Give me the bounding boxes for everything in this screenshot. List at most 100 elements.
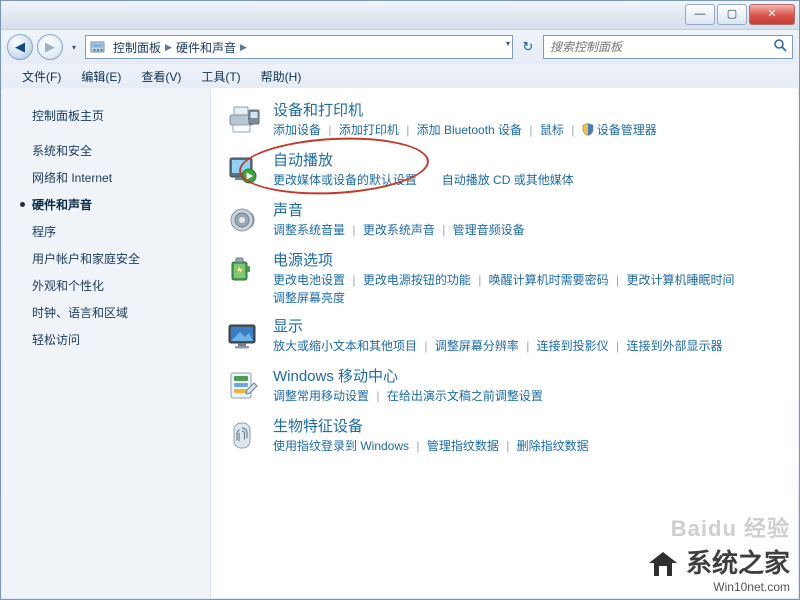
sidebar-item-user-accounts[interactable]: 用户帐户和家庭安全 (2, 245, 210, 272)
category-display: 显示 放大或缩小文本和其他项目 | 调整屏幕分辨率 | 连接到投影仪 | 连接到… (227, 318, 798, 357)
mobility-icon (227, 368, 271, 407)
menu-tools[interactable]: 工具(T) (192, 65, 249, 88)
link-add-bluetooth-device[interactable]: 添加 Bluetooth 设备 (417, 123, 522, 137)
link-connect-to-projector[interactable]: 连接到投影仪 (537, 339, 609, 353)
link-adjust-screen-resolution[interactable]: 调整屏幕分辨率 (435, 339, 519, 353)
category-biometric-devices: 生物特征设备 使用指纹登录到 Windows | 管理指纹数据 | 删除指纹数据 (227, 418, 798, 457)
breadcrumb-separator-icon: ▶ (165, 41, 172, 52)
link-require-password-on-wake[interactable]: 唤醒计算机时需要密码 (489, 273, 609, 287)
breadcrumb-separator-icon-2: ▶ (239, 41, 247, 52)
category-title-mobility-center[interactable]: Windows 移动中心 (273, 368, 798, 386)
sidebar-item-appearance[interactable]: 外观和个性化 (2, 272, 210, 299)
category-links-sound: 调整系统音量 | 更改系统声音 | 管理音频设备 (273, 222, 798, 239)
sidebar-item-system-security[interactable]: 系统和安全 (2, 137, 210, 164)
sidebar-item-hardware-sound[interactable]: 硬件和声音 (2, 191, 210, 218)
category-title-devices-printers[interactable]: 设备和打印机 (273, 102, 798, 120)
link-make-text-larger[interactable]: 放大或缩小文本和其他项目 (273, 339, 417, 353)
recent-pages-button[interactable]: ▾ (67, 35, 81, 59)
link-add-device[interactable]: 添加设备 (273, 123, 321, 137)
link-manage-audio-devices[interactable]: 管理音频设备 (453, 223, 525, 237)
category-links-power-options: 更改电池设置 | 更改电源按钮的功能 | 唤醒计算机时需要密码 | 更改计算机睡… (273, 272, 798, 307)
category-links-devices-printers: 添加设备 | 添加打印机 | 添加 Bluetooth 设备 | 鼠标 | 设备… (273, 122, 798, 141)
sound-icon (227, 202, 271, 241)
link-separator: | (616, 339, 620, 353)
link-adjust-system-volume[interactable]: 调整系统音量 (273, 223, 345, 237)
content-area: 控制面板主页 系统和安全 网络和 Internet 硬件和声音 程序 用户帐户和… (2, 88, 798, 598)
link-connect-external-display[interactable]: 连接到外部显示器 (626, 339, 722, 353)
category-title-autoplay[interactable]: 自动播放 (273, 152, 798, 170)
link-separator: | (526, 339, 530, 353)
category-sound-text: 声音 调整系统音量 | 更改系统声音 | 管理音频设备 (271, 202, 798, 241)
power-icon (227, 252, 271, 307)
refresh-icon: ↻ (522, 39, 534, 54)
menu-edit[interactable]: 编辑(E) (72, 65, 130, 88)
breadcrumb-bar[interactable]: 控制面板 ▶ 硬件和声音 ▶ ▾ (85, 35, 513, 59)
category-autoplay-text: 自动播放 更改媒体或设备的默认设置 自动播放 CD 或其他媒体 (271, 152, 798, 191)
sidebar-item-clock-language[interactable]: 时钟、语言和区域 (2, 299, 210, 326)
close-button[interactable]: ✕ (749, 4, 795, 25)
category-mobility-center-text: Windows 移动中心 调整常用移动设置 | 在给出演示文稿之前调整设置 (271, 368, 798, 407)
sidebar-item-home[interactable]: 控制面板主页 (2, 104, 210, 127)
link-autoplay-cd[interactable]: 自动播放 CD 或其他媒体 (442, 173, 574, 187)
menu-help[interactable]: 帮助(H) (252, 65, 311, 88)
breadcrumb-item-0[interactable]: 控制面板 (110, 38, 164, 57)
menu-file[interactable]: 文件(F) (13, 65, 70, 88)
category-title-sound[interactable]: 声音 (273, 202, 798, 220)
link-separator: | (529, 123, 533, 137)
link-mouse[interactable]: 鼠标 (540, 123, 564, 137)
forward-button[interactable]: ▶ (37, 34, 63, 60)
link-separator: | (406, 123, 410, 137)
sidebar: 控制面板主页 系统和安全 网络和 Internet 硬件和声音 程序 用户帐户和… (2, 88, 211, 598)
search-icon[interactable] (773, 38, 788, 56)
watermark-sub: Win10net.com (713, 580, 790, 594)
link-separator: | (478, 273, 482, 287)
maximize-button[interactable]: ▢ (717, 4, 747, 25)
link-separator: | (571, 123, 575, 137)
breadcrumb-item-1[interactable]: 硬件和声音 (173, 38, 239, 57)
link-change-sleep-time[interactable]: 更改计算机睡眠时间 (626, 273, 734, 287)
category-title-power-options[interactable]: 电源选项 (273, 252, 798, 270)
link-adjust-before-presentation[interactable]: 在给出演示文稿之前调整设置 (387, 389, 543, 403)
link-login-with-fingerprint[interactable]: 使用指纹登录到 Windows (273, 439, 409, 453)
search-box[interactable] (543, 35, 793, 59)
category-display-text: 显示 放大或缩小文本和其他项目 | 调整屏幕分辨率 | 连接到投影仪 | 连接到… (271, 318, 798, 357)
menu-view[interactable]: 查看(V) (132, 65, 190, 88)
minimize-button[interactable]: — (685, 4, 715, 25)
link-device-manager[interactable]: 设备管理器 (597, 123, 657, 137)
control-panel-window: — ▢ ✕ ◀ ▶ ▾ 控制面板 ▶ 硬件和声音 ▶ ▾ ↻ 搜索控制面板 文件… (0, 0, 800, 600)
link-add-printer[interactable]: 添加打印机 (339, 123, 399, 137)
link-separator: | (442, 223, 446, 237)
link-separator: | (416, 439, 420, 453)
back-icon: ◀ (15, 39, 25, 54)
category-devices-printers: 设备和打印机 添加设备 | 添加打印机 | 添加 Bluetooth 设备 | … (227, 102, 798, 141)
link-manage-fingerprint-data[interactable]: 管理指纹数据 (427, 439, 499, 453)
sidebar-item-ease-of-access[interactable]: 轻松访问 (2, 326, 210, 353)
display-icon (227, 318, 271, 357)
back-button[interactable]: ◀ (7, 34, 33, 60)
link-separator: | (328, 123, 332, 137)
breadcrumb-dropdown-icon[interactable]: ▾ (506, 39, 510, 48)
link-change-system-sounds[interactable]: 更改系统声音 (363, 223, 435, 237)
address-bar: ◀ ▶ ▾ 控制面板 ▶ 硬件和声音 ▶ ▾ ↻ 搜索控制面板 (1, 30, 799, 64)
search-input[interactable] (548, 39, 757, 55)
link-change-battery-settings[interactable]: 更改电池设置 (273, 273, 345, 287)
link-separator: | (376, 389, 380, 403)
control-panel-icon (90, 39, 106, 55)
category-autoplay: 自动播放 更改媒体或设备的默认设置 自动播放 CD 或其他媒体 (227, 152, 798, 191)
link-change-power-button[interactable]: 更改电源按钮的功能 (363, 273, 471, 287)
link-delete-fingerprint-data[interactable]: 删除指纹数据 (517, 439, 589, 453)
close-icon: ✕ (767, 8, 777, 20)
category-links-biometric-devices: 使用指纹登录到 Windows | 管理指纹数据 | 删除指纹数据 (273, 438, 798, 455)
link-adjust-mobility-settings[interactable]: 调整常用移动设置 (273, 389, 369, 403)
category-sound: 声音 调整系统音量 | 更改系统声音 | 管理音频设备 (227, 202, 798, 241)
category-title-display[interactable]: 显示 (273, 318, 798, 336)
refresh-button[interactable]: ↻ (517, 36, 539, 58)
link-adjust-screen-brightness[interactable]: 调整屏幕亮度 (273, 290, 798, 307)
sidebar-item-network-internet[interactable]: 网络和 Internet (2, 164, 210, 191)
sidebar-item-programs[interactable]: 程序 (2, 218, 210, 245)
link-change-default-media-settings[interactable]: 更改媒体或设备的默认设置 (273, 173, 417, 187)
category-mobility-center: Windows 移动中心 调整常用移动设置 | 在给出演示文稿之前调整设置 (227, 368, 798, 407)
title-bar: — ▢ ✕ (1, 1, 799, 30)
link-separator: | (352, 273, 356, 287)
category-title-biometric-devices[interactable]: 生物特征设备 (273, 418, 798, 436)
